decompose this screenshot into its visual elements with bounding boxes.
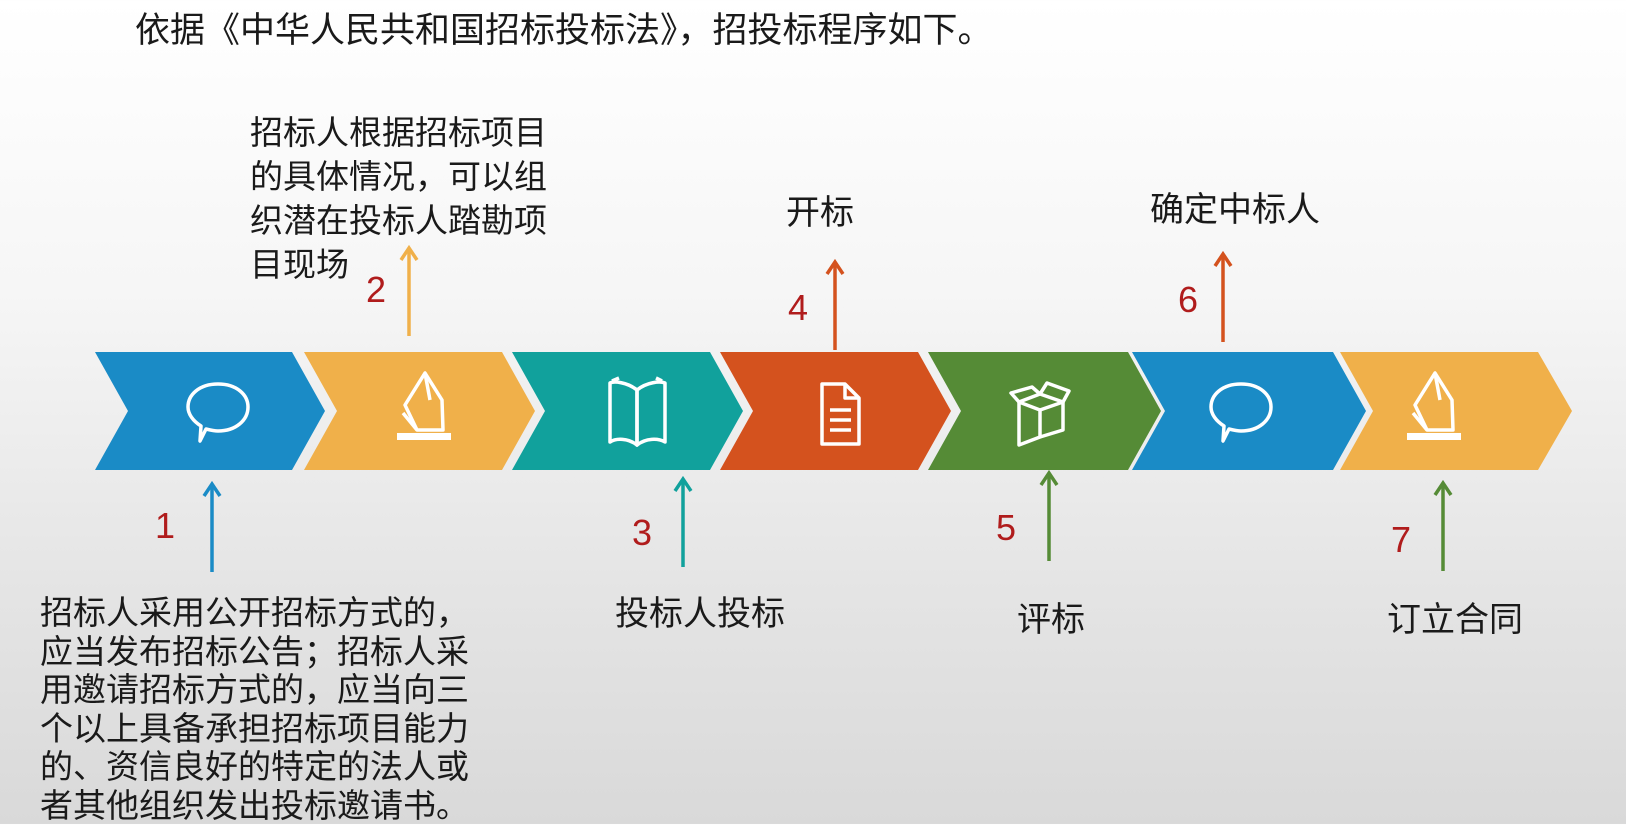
arrow-1 [202,480,222,572]
step-number-7: 7 [1390,519,1412,560]
arrow-6 [1213,250,1233,342]
step-number-6: 6 [1177,279,1199,320]
step-7-label: 订立合同 [1387,600,1523,640]
step-3-label: 投标人投标 [615,594,785,634]
chevron-1 [95,352,325,470]
chevron-2 [304,352,535,470]
chevron-2-shape [304,352,535,470]
step-number-5: 5 [995,507,1017,548]
arrow-5 [1039,469,1059,561]
step-2-description: 招标人根据招标项目 的具体情况，可以组 织潜在投标人踏勘项 目现场 [250,113,547,284]
arrow-7 [1433,479,1453,571]
chevron-3 [512,352,743,470]
step-4-label: 开标 [786,193,854,233]
chevron-6 [1132,352,1366,470]
step-5-label: 评标 [1017,600,1085,640]
chevron-5-shape [928,352,1161,470]
chevron-7-shape [1340,352,1572,470]
step-6-label: 确定中标人 [1150,190,1320,230]
chevron-5 [928,352,1161,470]
arrow-4 [825,258,845,350]
step-number-3: 3 [631,512,653,553]
arrow-3 [673,475,693,567]
chevron-6-shape [1132,352,1366,470]
step-number-4: 4 [787,287,809,328]
chevron-1-shape [95,352,325,470]
chevron-3-shape [512,352,743,470]
step-number-1: 1 [154,505,176,546]
step-1-description: 招标人采用公开招标方式的， 应当发布招标公告；招标人采 用邀请招标方式的，应当向… [40,593,469,825]
chevron-7 [1340,352,1572,470]
